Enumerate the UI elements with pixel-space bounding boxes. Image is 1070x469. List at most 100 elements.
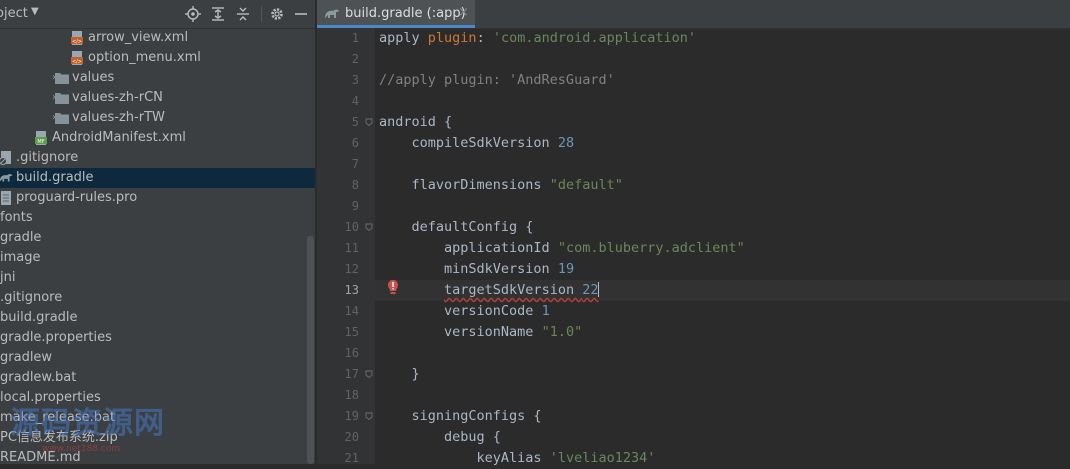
tree-item-label: gradle bbox=[0, 230, 42, 245]
project-toolbar: oject ▼ bbox=[0, 0, 315, 29]
code-token: "com.bluberry.adclient" bbox=[557, 240, 745, 256]
tree-item[interactable]: MF AndroidManifest.xml bbox=[0, 128, 315, 148]
code-token: 19 bbox=[557, 261, 575, 277]
code-line[interactable]: 2 bbox=[352, 49, 1070, 70]
project-view-dropdown-icon[interactable]: ▼ bbox=[31, 6, 39, 17]
line-number: 2 bbox=[351, 52, 359, 66]
tree-item-label: values-zh-rTW bbox=[72, 110, 165, 125]
fold-icon[interactable] bbox=[365, 412, 373, 420]
tree-item[interactable]: gradlew.bat bbox=[0, 368, 315, 388]
code-token: android { bbox=[379, 114, 453, 130]
code-line[interactable]: 6 compileSdkVersion 28 bbox=[352, 133, 1070, 154]
line-number: 3 bbox=[351, 73, 359, 87]
line-number: 5 bbox=[351, 115, 359, 129]
tree-item[interactable]: jni bbox=[0, 268, 315, 288]
code-line[interactable]: 10 defaultConfig { bbox=[345, 217, 1070, 238]
tree-item[interactable]: › values bbox=[0, 68, 315, 88]
xml-file-icon: </> bbox=[70, 51, 86, 65]
line-number: 16 bbox=[344, 346, 359, 360]
expand-all-icon[interactable] bbox=[210, 6, 226, 22]
code-text: versionCode 1 bbox=[379, 301, 550, 322]
code-line[interactable]: 15 versionName "1.0" bbox=[345, 322, 1070, 343]
xml-file-icon: </> bbox=[70, 31, 86, 45]
folder-icon bbox=[54, 71, 70, 85]
tree-item-label: fonts bbox=[0, 210, 33, 225]
tree-item[interactable]: .gitignore bbox=[0, 288, 315, 308]
gradle-file-icon bbox=[0, 171, 14, 185]
tree-item[interactable]: fonts bbox=[0, 208, 315, 228]
code-token: } bbox=[379, 366, 420, 382]
line-number: 9 bbox=[351, 199, 359, 213]
code-line[interactable]: 13 targetSdkVersion 22 bbox=[345, 280, 1070, 301]
toolbar-separator bbox=[261, 6, 262, 22]
error-marker-icon[interactable] bbox=[387, 280, 399, 294]
editor-tab-bar: build.gradle (:app) × bbox=[317, 0, 1070, 29]
fold-icon[interactable] bbox=[365, 223, 373, 231]
fold-icon[interactable] bbox=[365, 370, 373, 378]
tree-scrollbar[interactable] bbox=[307, 236, 314, 464]
code-line[interactable]: 3 //apply plugin: 'AndResGuard' bbox=[352, 70, 1070, 91]
code-line[interactable]: 8 flavorDimensions "default" bbox=[352, 175, 1070, 196]
gear-icon[interactable] bbox=[269, 6, 285, 22]
tree-item[interactable]: build.gradle bbox=[0, 168, 315, 188]
line-number: 7 bbox=[351, 157, 359, 171]
code-line[interactable]: 19 signingConfigs { bbox=[345, 406, 1070, 427]
tree-item[interactable]: gradle bbox=[0, 228, 315, 248]
folder-icon bbox=[54, 91, 70, 105]
code-line[interactable]: 11 applicationId "com.bluberry.adclient" bbox=[345, 238, 1070, 259]
svg-text:MF: MF bbox=[37, 139, 44, 145]
tree-item-label: .gitignore bbox=[0, 290, 63, 305]
project-view-title[interactable]: oject bbox=[0, 6, 28, 21]
code-token: applicationId bbox=[379, 240, 558, 256]
code-line[interactable]: 14 versionCode 1 bbox=[345, 301, 1070, 322]
fold-icon[interactable] bbox=[365, 118, 373, 126]
svg-text:</>: </> bbox=[72, 39, 82, 45]
code-line[interactable]: 5 android { bbox=[352, 112, 1070, 133]
code-text: flavorDimensions "default" bbox=[379, 175, 623, 196]
tree-item[interactable]: gradlew bbox=[0, 348, 315, 368]
code-line[interactable]: 7 bbox=[352, 154, 1070, 175]
tree-item-label: values-zh-rCN bbox=[72, 90, 163, 105]
code-line[interactable]: 17 } bbox=[345, 364, 1070, 385]
tree-item-label: gradlew.bat bbox=[0, 370, 77, 385]
code-line[interactable]: 16 bbox=[345, 343, 1070, 364]
code-token: debug { bbox=[379, 429, 501, 445]
tree-item[interactable]: › values-zh-rCN bbox=[0, 88, 315, 108]
tree-item[interactable]: gradle.properties bbox=[0, 328, 315, 348]
hide-icon[interactable] bbox=[293, 6, 309, 22]
code-token: compileSdkVersion bbox=[379, 135, 558, 151]
watermark-url: www.net188.com bbox=[42, 444, 121, 454]
tree-item[interactable]: › values-zh-rTW bbox=[0, 108, 315, 128]
code-line[interactable]: 4 bbox=[352, 91, 1070, 112]
code-text: targetSdkVersion 22 bbox=[379, 280, 600, 301]
tree-item[interactable]: .gitignore bbox=[0, 148, 315, 168]
code-line[interactable]: 18 bbox=[345, 385, 1070, 406]
tab-build-gradle-app[interactable]: build.gradle (:app) × bbox=[317, 0, 475, 28]
collapse-all-icon[interactable] bbox=[235, 6, 251, 22]
line-number: 19 bbox=[344, 409, 359, 423]
code-line[interactable]: 21 keyAlias 'lveliao1234' bbox=[345, 448, 1070, 469]
code-text: compileSdkVersion 28 bbox=[379, 133, 575, 154]
code-line[interactable]: 12 minSdkVersion 19 bbox=[345, 259, 1070, 280]
tree-item-label: proguard-rules.pro bbox=[16, 190, 138, 205]
tree-item-label: arrow_view.xml bbox=[88, 30, 189, 45]
tree-item-label: gradle.properties bbox=[0, 330, 112, 345]
line-number: 6 bbox=[351, 136, 359, 150]
tree-item[interactable]: </> option_menu.xml bbox=[0, 48, 315, 68]
tree-item[interactable]: build.gradle bbox=[0, 308, 315, 328]
manifest-file-icon: MF bbox=[34, 131, 50, 145]
tree-item[interactable]: image bbox=[0, 248, 315, 268]
code-line[interactable]: 20 debug { bbox=[345, 427, 1070, 448]
code-text: signingConfigs { bbox=[379, 406, 542, 427]
tree-item[interactable]: proguard-rules.pro bbox=[0, 188, 315, 208]
tree-item[interactable]: </> arrow_view.xml bbox=[0, 28, 315, 48]
folder-icon bbox=[54, 111, 70, 125]
code-text: applicationId "com.bluberry.adclient" bbox=[379, 238, 745, 259]
code-line[interactable]: 9 bbox=[352, 196, 1070, 217]
code-line[interactable]: 1 apply plugin: 'com.android.application' bbox=[352, 28, 1070, 49]
code-text: apply plugin: 'com.android.application' bbox=[379, 28, 696, 49]
close-icon[interactable]: × bbox=[458, 5, 469, 20]
line-number: 14 bbox=[344, 304, 359, 318]
locate-icon[interactable] bbox=[185, 6, 201, 22]
code-area[interactable]: 1 apply plugin: 'com.android.application'… bbox=[345, 28, 1070, 466]
